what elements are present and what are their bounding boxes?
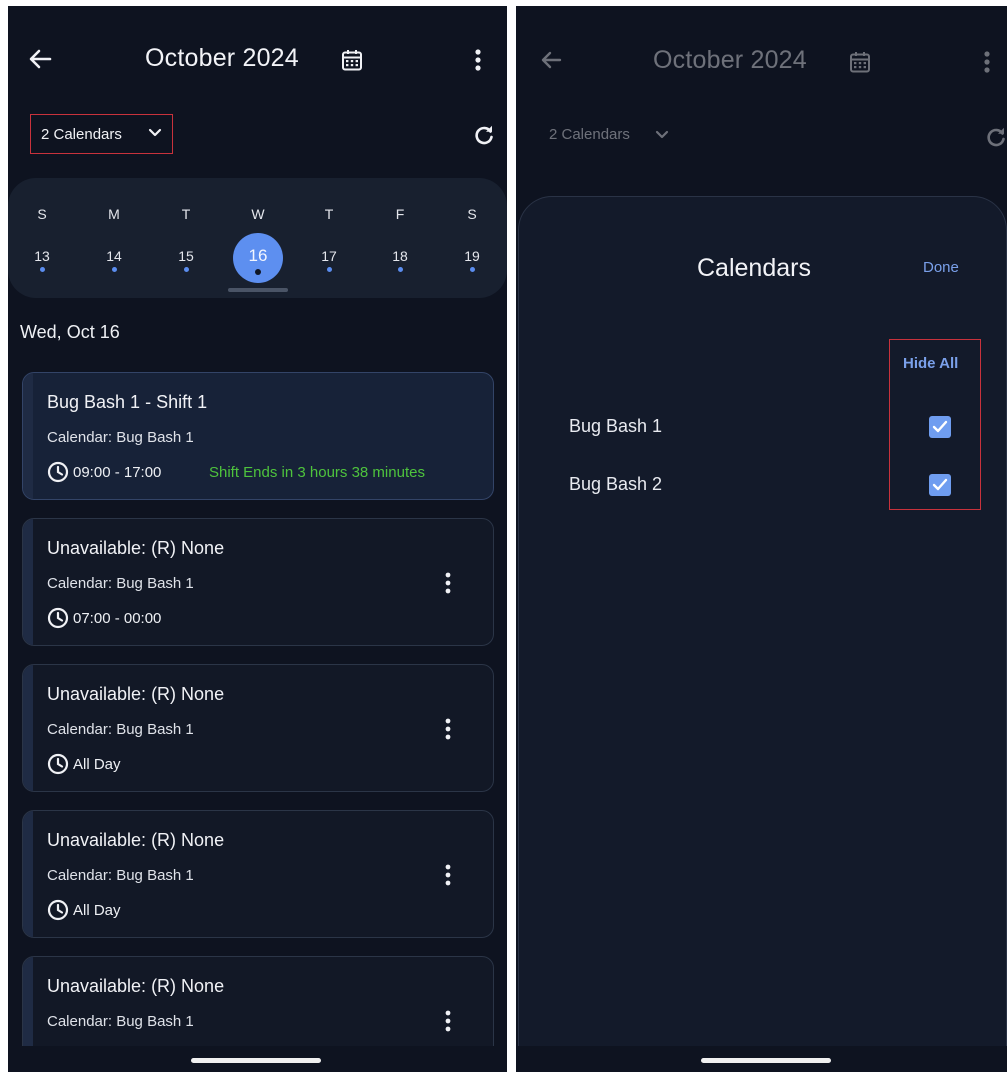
day-number[interactable]: 17 — [317, 248, 341, 264]
calendar-name: Bug Bash 2 — [569, 474, 663, 494]
calendar-icon[interactable] — [849, 51, 871, 73]
date-heading: Wed, Oct 16 — [20, 322, 120, 342]
clock-icon — [47, 461, 69, 483]
more-vertical-icon[interactable] — [438, 1009, 458, 1033]
calendar-selector-label: 2 Calendars — [41, 126, 122, 143]
refresh-icon[interactable] — [985, 126, 1007, 148]
event-indicator-dot — [112, 267, 117, 272]
selected-day-number[interactable]: 16 — [233, 246, 283, 266]
event-card[interactable]: Unavailable: (R) None Calendar: Bug Bash… — [22, 664, 494, 792]
event-indicator-dot — [255, 269, 261, 275]
page-title: October 2024 — [653, 46, 807, 74]
event-indicator-dot — [327, 267, 332, 272]
chevron-down-icon — [655, 130, 669, 139]
event-calendar: Calendar: Bug Bash 1 — [47, 721, 194, 738]
event-indicator-dot — [398, 267, 403, 272]
sheet-title: Calendars — [697, 254, 811, 282]
more-vertical-icon[interactable] — [438, 571, 458, 595]
event-calendar: Calendar: Bug Bash 1 — [47, 575, 194, 592]
weekday-label: T — [324, 206, 334, 222]
calendar-icon[interactable] — [341, 49, 363, 71]
clock-icon — [47, 899, 69, 921]
clock-icon — [47, 607, 69, 629]
hide-all-button[interactable]: Hide All — [903, 355, 958, 372]
refresh-icon[interactable] — [473, 124, 495, 146]
chevron-down-icon — [148, 128, 162, 137]
day-number[interactable]: 15 — [174, 248, 198, 264]
week-strip-drag-handle[interactable] — [228, 288, 288, 292]
calendar-day-screen: October 2024 2 Calendars S M T W T F S 1… — [8, 6, 507, 1072]
event-calendar: Calendar: Bug Bash 1 — [47, 1013, 194, 1030]
day-number[interactable]: 19 — [460, 248, 484, 264]
day-number[interactable]: 14 — [102, 248, 126, 264]
event-time: 09:00 - 17:00 — [73, 464, 162, 481]
event-time: All Day — [73, 902, 121, 919]
calendar-checkbox[interactable] — [929, 474, 951, 496]
arrow-left-icon[interactable] — [540, 50, 562, 70]
calendar-selector-label[interactable]: 2 Calendars — [549, 126, 630, 143]
weekday-label: F — [395, 206, 405, 222]
event-card-accent — [23, 519, 33, 645]
event-card[interactable]: Unavailable: (R) None Calendar: Bug Bash… — [22, 810, 494, 938]
shift-status: Shift Ends in 3 hours 38 minutes — [209, 464, 425, 481]
event-title: Unavailable: (R) None — [47, 538, 225, 558]
clock-icon — [47, 753, 69, 775]
event-card-accent — [23, 811, 33, 937]
home-indicator[interactable] — [701, 1058, 831, 1063]
event-time: All Day — [73, 756, 121, 773]
weekday-label: S — [467, 206, 477, 222]
home-indicator[interactable] — [191, 1058, 321, 1063]
more-vertical-icon[interactable] — [474, 48, 482, 72]
event-card-accent — [23, 665, 33, 791]
calendars-sheet-screen: October 2024 2 Calendars Calendars Done … — [516, 6, 1007, 1072]
event-indicator-dot — [40, 267, 45, 272]
event-card-accent — [23, 373, 33, 499]
event-time: 07:00 - 00:00 — [73, 610, 162, 627]
event-card[interactable]: Unavailable: (R) None Calendar: Bug Bash… — [22, 518, 494, 646]
event-calendar: Calendar: Bug Bash 1 — [47, 429, 194, 446]
event-title: Unavailable: (R) None — [47, 684, 225, 704]
calendars-bottom-sheet: Calendars Done Hide All Bug Bash 1 Bug B… — [518, 196, 1007, 1072]
day-number[interactable]: 13 — [30, 248, 54, 264]
more-vertical-icon[interactable] — [438, 717, 458, 741]
more-vertical-icon[interactable] — [438, 863, 458, 887]
weekday-label: W — [251, 206, 265, 222]
event-calendar: Calendar: Bug Bash 1 — [47, 867, 194, 884]
arrow-left-icon[interactable] — [28, 48, 52, 70]
event-title: Unavailable: (R) None — [47, 976, 225, 996]
checkmark-icon — [932, 420, 948, 433]
weekday-label: M — [108, 206, 120, 222]
calendar-checkbox[interactable] — [929, 416, 951, 438]
event-indicator-dot — [184, 267, 189, 272]
event-title: Bug Bash 1 - Shift 1 — [47, 392, 208, 412]
more-vertical-icon[interactable] — [983, 50, 991, 74]
checkmark-icon — [932, 478, 948, 491]
weekday-label: S — [37, 206, 47, 222]
done-button[interactable]: Done — [923, 259, 959, 276]
event-title: Unavailable: (R) None — [47, 830, 225, 850]
calendar-selector-dropdown[interactable]: 2 Calendars — [30, 114, 173, 154]
page-title: October 2024 — [145, 44, 299, 72]
event-card[interactable]: Bug Bash 1 - Shift 1 Calendar: Bug Bash … — [22, 372, 494, 500]
weekday-label: T — [181, 206, 191, 222]
day-number[interactable]: 18 — [388, 248, 412, 264]
calendar-name: Bug Bash 1 — [569, 416, 663, 436]
event-indicator-dot — [470, 267, 475, 272]
